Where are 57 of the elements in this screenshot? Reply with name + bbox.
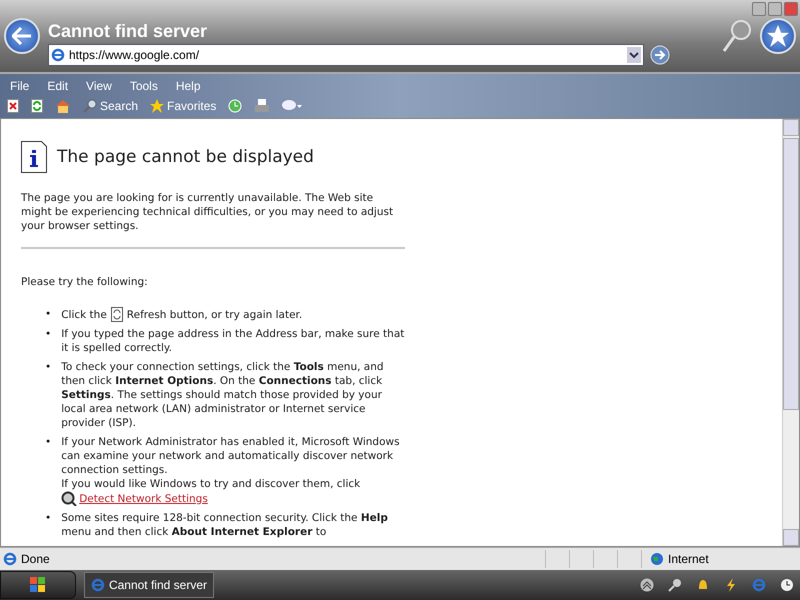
bullet-text: If you would like Windows to try and discover them, click [61,477,362,491]
bullet-text: Click the [61,308,107,322]
bullet-text: Refresh button, or try again later. [126,308,302,322]
magnifier-icon [61,491,78,506]
menu-item[interactable]: Help [170,79,207,93]
page-heading: The page cannot be displayed [57,150,314,164]
search-icon [83,99,97,113]
stop-icon [7,99,19,113]
go-icon[interactable] [650,44,670,64]
star-icon [150,99,164,113]
chevron-icon[interactable] [640,578,654,592]
try-label: Please try the following: [21,275,149,289]
menu-item[interactable]: Tools [124,79,164,93]
windows-logo-icon [30,577,46,593]
printer-icon [254,99,270,113]
star-icon [767,25,789,47]
menu-item[interactable]: View [80,79,118,93]
bullet-text: Some sites require 128-bit connection security. Click the Help menu and then click About Internet Explorer to [61,512,388,538]
lightning-icon[interactable] [724,578,738,592]
menu-item[interactable]: Edit [41,79,74,93]
favorites-button[interactable]: Favorites [147,99,220,113]
intro-paragraph: The page you are looking for is currently unavailable. The Web site might be experiencing technical difficulties, or you may need to adjust your browser settings. [21,191,394,233]
window-title: Cannot find server [48,20,208,42]
favorites-button[interactable] [760,18,796,54]
search-button[interactable]: Search [80,99,142,113]
bullet-marker: • [45,435,52,450]
refresh-icon [110,307,123,322]
scrollbar[interactable] [782,119,799,546]
back-button[interactable] [4,18,40,54]
taskbar-button[interactable]: Cannot find server [84,572,214,598]
address-text: https://www.google.com/ [69,48,200,62]
bullet-marker: • [45,307,52,322]
back-arrow-icon [12,27,32,45]
chat-bubble-icon [282,99,302,113]
search-icon[interactable] [722,19,752,53]
bullet-text: To check your connection settings, click the Tools menu, and then click Internet Options. On the Connections tab, click Settings. The settings should match those provided by your local area network (LAN) administrator or Internet service provider (ISP). [61,361,384,429]
bullet-text: If you typed the page address in the Address bar, make sure that it is spelled correctly. [61,328,404,354]
refresh-icon [31,99,43,113]
bullet-marker: • [45,360,52,375]
home-icon [55,99,71,113]
stop-button[interactable] [4,99,22,113]
history-icon [228,99,242,113]
menu-item[interactable]: File [4,79,36,93]
status-text: Done [21,552,50,566]
refresh-button[interactable] [28,99,46,113]
info-icon [21,141,47,173]
address-field[interactable]: https://www.google.com/ [48,44,644,66]
detect-network-link[interactable]: Detect Network Settings [79,492,208,506]
dropdown-icon[interactable] [627,46,641,62]
bullet-text: If your Network Administrator has enabled it, Microsoft Windows can examine your network and automatically discover network connection settings. [61,436,400,476]
search-icon[interactable] [668,578,682,592]
globe-icon [650,552,664,566]
start-button[interactable] [0,571,76,599]
zone-text: Internet [668,552,709,566]
clock-icon[interactable] [780,578,794,592]
bullet-marker: • [45,511,52,526]
bullet-marker: • [45,327,52,342]
